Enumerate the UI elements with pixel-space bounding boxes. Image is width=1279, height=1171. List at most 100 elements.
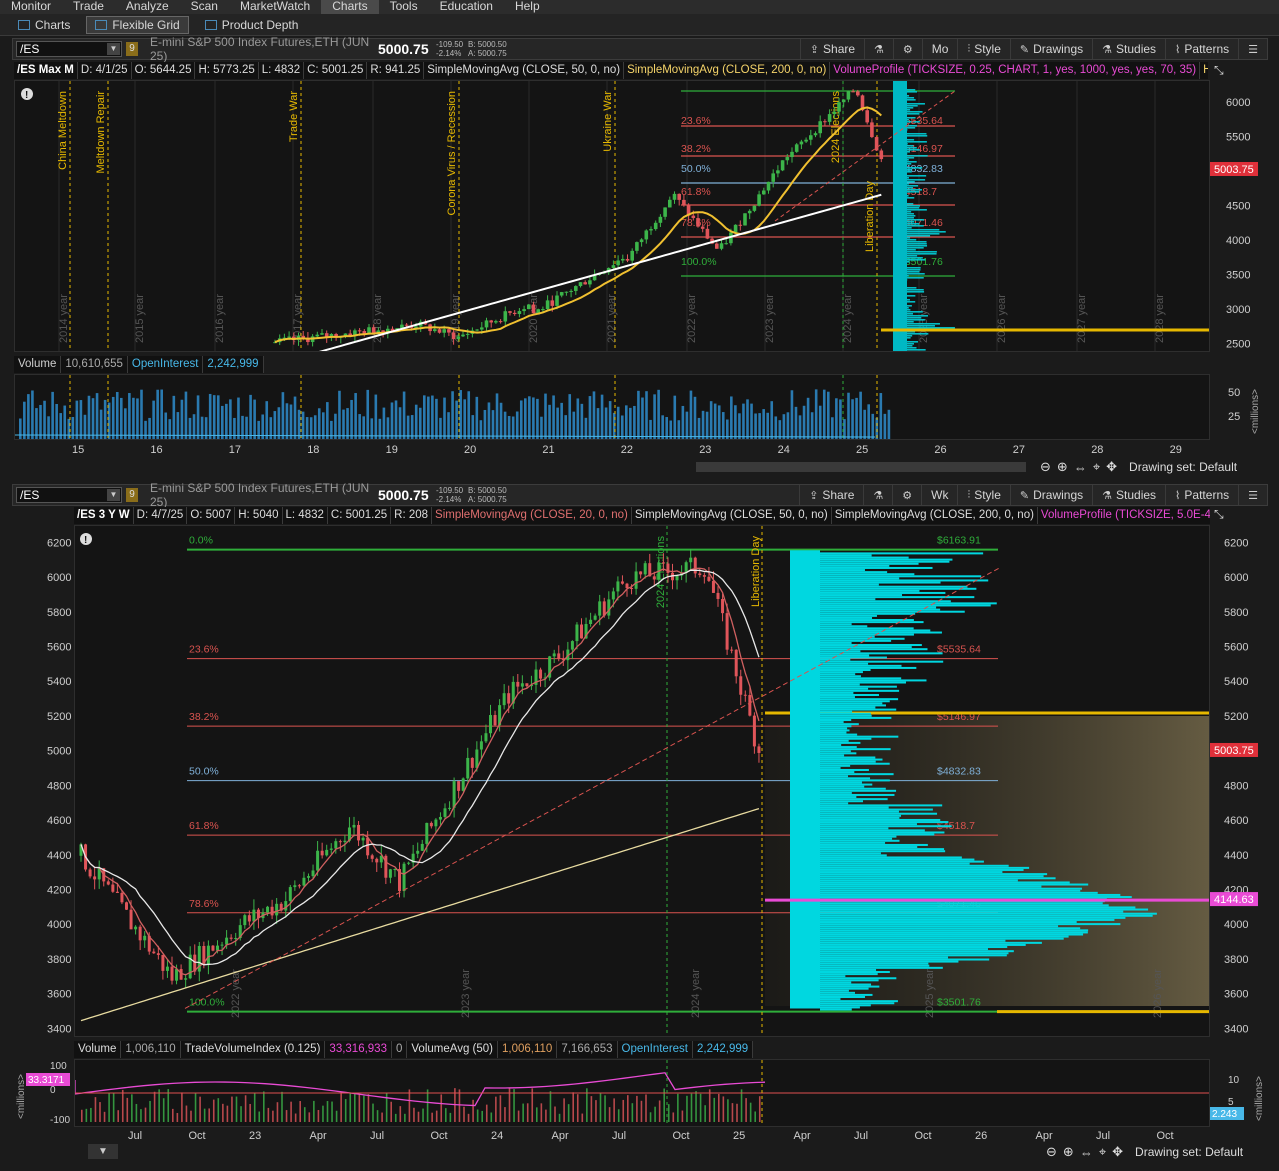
fib-value-label: $6163.91 — [937, 535, 981, 547]
bottom-study-item[interactable]: O: 5007 — [187, 507, 236, 524]
bottom-study-item[interactable]: R: 208 — [391, 507, 433, 524]
lower-legend-item[interactable]: 2,242,999 — [693, 1041, 754, 1058]
bottom-study-item[interactable]: VolumeProfile (TICKSIZE, 5.0E-4,... — [1038, 507, 1210, 524]
top-study-item[interactable]: /ES Max M — [14, 62, 78, 79]
chevron-down-icon[interactable]: ▼ — [107, 489, 120, 501]
expand-panel-button[interactable]: ▼ — [88, 1144, 118, 1159]
menu-education[interactable]: Education — [429, 0, 504, 14]
menu-scan[interactable]: Scan — [180, 0, 229, 14]
pan-icon[interactable]: ✥ — [1106, 459, 1117, 475]
lower-legend-item[interactable]: VolumeAvg (50) — [407, 1041, 499, 1058]
bottom-study-item[interactable]: D: 4/7/25 — [134, 507, 188, 524]
menu-trade[interactable]: Trade — [62, 0, 115, 14]
crosshair-icon[interactable]: ⌖ — [1093, 459, 1100, 475]
patterns-button[interactable]: ⌇ Patterns — [1165, 39, 1238, 59]
bottom-study-item[interactable]: SimpleMovingAvg (CLOSE, 200, 0, no) — [832, 507, 1038, 524]
top-link-badge[interactable]: 9 — [126, 42, 138, 56]
bottom-price-chart[interactable]: 2022 year 2023 year 2024 year 2025 year 2026… — [74, 525, 1210, 1037]
menu-help[interactable]: Help — [504, 0, 551, 14]
lower-legend-item[interactable]: 1,006,110 — [121, 1041, 181, 1058]
aggregation-button[interactable]: Mo — [921, 39, 958, 59]
top-study-item[interactable]: SimpleMovingAvg (CLOSE, 50, 0, no) — [424, 62, 625, 79]
settings-button[interactable]: ⚙ — [892, 485, 921, 505]
bottom-study-item[interactable]: L: 4832 — [283, 507, 328, 524]
menu-charts[interactable]: Charts — [321, 0, 379, 14]
bottom-study-item[interactable]: H: 5040 — [235, 507, 283, 524]
volume-bar — [667, 1104, 670, 1122]
top-study-item[interactable]: L: 4832 — [259, 62, 305, 79]
pan-icon[interactable]: ✥ — [1112, 1144, 1123, 1160]
bottom-study-item[interactable]: /ES 3 Y W — [74, 507, 134, 524]
vp-bar — [820, 808, 933, 811]
studies-button[interactable]: ⚗ Studies — [1092, 485, 1165, 505]
studies-button[interactable]: ⚗ Studies — [1092, 39, 1165, 59]
bottom-link-badge[interactable]: 9 — [126, 488, 138, 502]
top-price-chart[interactable]: 2014 year 2015 year 2016 year 2017 year 2018… — [14, 80, 1210, 352]
volume-label[interactable]: Volume — [14, 356, 62, 373]
bottom-left-price-axis[interactable]: 6200 6000 5800 5600 5400 5200 5000 4800 4600 4400… — [14, 525, 74, 1037]
drawings-button[interactable]: ✎ Drawings — [1009, 485, 1092, 505]
menu-marketwatch[interactable]: MarketWatch — [229, 0, 321, 14]
menu-analyze[interactable]: Analyze — [115, 0, 180, 14]
bottom-study-item[interactable]: SimpleMovingAvg (CLOSE, 50, 0, no) — [632, 507, 832, 524]
bottom-drawing-set[interactable]: Drawing set: Default — [1135, 1145, 1243, 1159]
top-price-axis[interactable]: 600055005000450040003500300025005003.75 — [1210, 80, 1268, 352]
volume-bar — [810, 412, 814, 439]
aggregation-button[interactable]: Wk — [921, 485, 957, 505]
tab-charts[interactable]: Charts — [10, 16, 78, 34]
share-button[interactable]: ⇪ Share — [799, 485, 863, 505]
zoom-out-icon[interactable]: ⊖ — [1040, 459, 1051, 475]
lower-legend-item[interactable]: TradeVolumeIndex (0.125) — [181, 1041, 326, 1058]
bottom-price-axis[interactable]: 6200600058005600540052005000480046004400… — [1210, 525, 1268, 1037]
bottom-symbol-selector[interactable]: /ES ▼ — [16, 487, 122, 503]
flask-button[interactable]: ⚗ — [864, 39, 893, 59]
collapse-icon[interactable]: ⤡ — [1214, 507, 1224, 522]
chevron-down-icon[interactable]: ▼ — [107, 43, 120, 55]
patterns-button[interactable]: ⌇ Patterns — [1165, 485, 1238, 505]
menu-tools[interactable]: Tools — [379, 0, 429, 14]
settings-button[interactable]: ⚙ — [892, 39, 922, 59]
bottom-study-item[interactable]: C: 5001.25 — [328, 507, 392, 524]
lower-legend-item[interactable]: 1,006,110 — [498, 1041, 558, 1058]
top-study-item[interactable]: O: 5644.25 — [132, 62, 196, 79]
top-symbol-selector[interactable]: /ES ▼ — [16, 41, 122, 57]
top-study-item[interactable]: VolumeProfile (TICKSIZE, 0.25, CHART, 1,… — [830, 62, 1201, 79]
oi-label[interactable]: OpenInterest — [128, 356, 204, 373]
bottom-time-axis[interactable]: Jul Oct 23 Apr Jul Oct 24 Apr Jul Oct 25 Apr Jul Oct 2… — [74, 1127, 1210, 1143]
zoom-out-icon[interactable]: ⊖ — [1046, 1144, 1057, 1160]
collapse-icon[interactable]: ⤡ — [1214, 63, 1224, 78]
bottom-lower-chart[interactable] — [74, 1059, 1210, 1127]
fit-icon[interactable]: ⇔ — [1080, 1145, 1093, 1160]
lower-legend-item[interactable]: 7,166,653 — [557, 1041, 618, 1058]
top-study-item[interactable]: Hull... — [1200, 62, 1208, 79]
vp-bar — [820, 979, 879, 982]
style-button[interactable]: ⫶ Style — [957, 485, 1009, 505]
top-study-item[interactable]: C: 5001.25 — [304, 62, 368, 79]
fit-icon[interactable]: ⇔ — [1074, 460, 1087, 475]
top-scrollbar[interactable] — [696, 462, 1026, 472]
menu-button[interactable]: ☰ — [1238, 39, 1267, 59]
lower-legend-item[interactable]: OpenInterest — [618, 1041, 693, 1058]
zoom-in-icon[interactable]: ⊕ — [1057, 459, 1068, 475]
share-button[interactable]: ⇪ Share — [799, 39, 864, 59]
zoom-in-icon[interactable]: ⊕ — [1063, 1144, 1074, 1160]
bottom-study-item[interactable]: SimpleMovingAvg (CLOSE, 20, 0, no) — [432, 507, 632, 524]
tab-flexible-grid[interactable]: Flexible Grid — [86, 15, 189, 34]
lower-legend-item[interactable]: 33,316,933 — [325, 1041, 392, 1058]
top-study-item[interactable]: H: 5773.25 — [195, 62, 259, 79]
top-study-item[interactable]: D: 4/1/25 — [78, 62, 132, 79]
top-volume-chart[interactable] — [14, 374, 1210, 440]
menu-button[interactable]: ☰ — [1238, 485, 1267, 505]
top-study-item[interactable]: SimpleMovingAvg (CLOSE, 200, 0, no) — [624, 62, 831, 79]
top-time-axis[interactable]: 15 16 17 18 19 20 21 22 23 24 25 26 27 28 29 — [14, 440, 1210, 458]
tab-product-depth[interactable]: Product Depth — [197, 16, 307, 34]
lower-legend-item[interactable]: 0 — [392, 1041, 408, 1058]
top-study-item[interactable]: R: 941.25 — [367, 62, 425, 79]
top-drawing-set[interactable]: Drawing set: Default — [1129, 460, 1237, 474]
style-button[interactable]: ⫶ Style — [957, 39, 1009, 59]
drawings-button[interactable]: ✎ Drawings — [1009, 39, 1092, 59]
crosshair-icon[interactable]: ⌖ — [1099, 1144, 1106, 1160]
lower-legend-item[interactable]: Volume — [74, 1041, 122, 1058]
flask-button[interactable]: ⚗ — [863, 485, 892, 505]
menu-monitor[interactable]: Monitor — [0, 0, 62, 14]
